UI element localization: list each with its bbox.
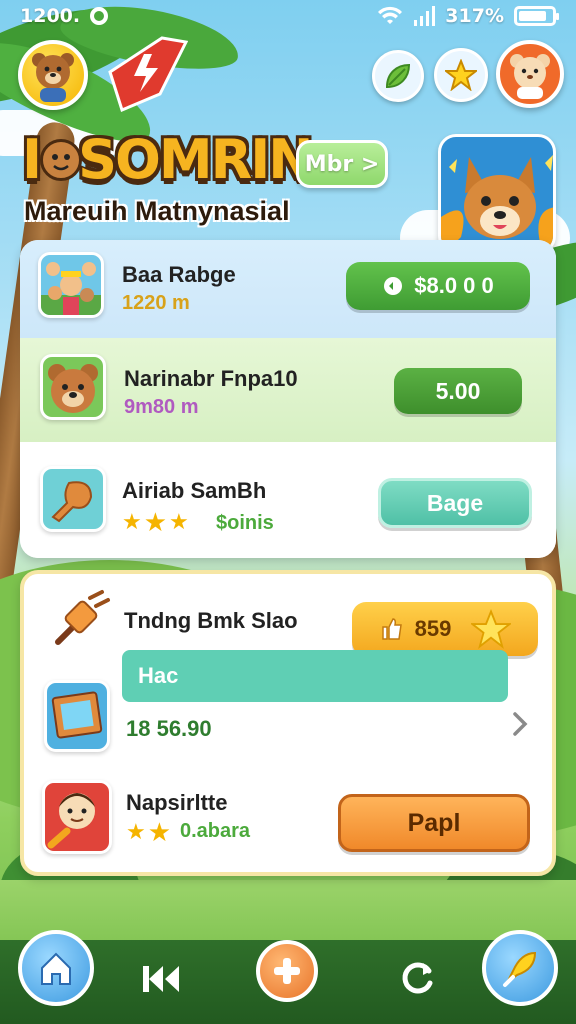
nav-home-button[interactable] (18, 930, 94, 1006)
bear-icon (48, 364, 98, 413)
game-subtitle: Mareuih Matnynasial (24, 196, 290, 226)
bage-button[interactable]: Bage (378, 478, 532, 528)
plug-icon (55, 590, 110, 645)
battery-icon (514, 6, 559, 26)
character-icon (47, 793, 95, 849)
picture-frame-icon (51, 691, 103, 739)
price-button[interactable]: 5.00 (394, 368, 522, 414)
title-face-icon (40, 138, 83, 181)
refresh-icon (402, 962, 433, 994)
mbr-button[interactable]: Mbr > (296, 140, 388, 188)
signal-icon (414, 6, 436, 26)
bottom-navigation (0, 930, 576, 1024)
item-name: Tndng Bmk Slao (124, 608, 298, 633)
bolt-icon (108, 36, 188, 112)
nav-rewind-button[interactable] (136, 954, 186, 1004)
star-icon: ★ (147, 818, 172, 848)
rating-stars: ★ ★ (126, 820, 171, 846)
item-detail: 18 56.90 (126, 716, 212, 741)
star-icon: ★ (169, 510, 189, 535)
list-item[interactable]: Baa Rabge 1220 m $8.0 0 0 (20, 240, 556, 338)
team-thumbnail (38, 252, 104, 318)
item-detail: $oinis (216, 512, 274, 534)
battery-fill (519, 11, 546, 21)
item-detail: 0.abara (180, 820, 251, 842)
profile-button[interactable] (496, 40, 564, 108)
rewind-icon (143, 966, 179, 992)
drumstick-icon (51, 481, 93, 523)
leaf-button[interactable] (372, 50, 424, 102)
offers-panel: Baa Rabge 1220 m $8.0 0 0 Narinabr Fnpa1… (20, 240, 556, 558)
item-name: Narinabr Fnpa10 (124, 366, 298, 391)
like-button[interactable]: 859 (352, 602, 538, 656)
star-icon (445, 59, 477, 91)
item-detail: 9m80 m (124, 396, 199, 418)
nav-add-button[interactable] (256, 940, 318, 1002)
star-icon (471, 609, 512, 649)
star-icon: ★ (122, 510, 142, 535)
item-name: Baa Rabge (122, 262, 236, 287)
wifi-icon (378, 6, 403, 24)
price-label: $8.0 0 0 (414, 273, 494, 298)
ring-icon (90, 7, 109, 25)
game-title: I SOMRIN (22, 128, 314, 191)
plus-icon (274, 958, 300, 984)
coin-icon (384, 277, 403, 295)
bear-thumbnail (40, 354, 106, 420)
player-avatar-button[interactable] (18, 40, 88, 110)
list-item[interactable]: Airiab SamBh ★ ★ ★ $oinis Bage (20, 442, 556, 558)
clock: 1200. (20, 5, 81, 27)
item-detail: 1220 m (122, 292, 190, 314)
list-item[interactable]: Hac 18 56.90 (24, 650, 552, 760)
item-name: Napsirltte (126, 790, 228, 815)
dog-mascot-card[interactable] (438, 134, 556, 254)
bear-profile-icon (510, 54, 550, 99)
items-panel: Tndng Bmk Slao 859 Hac 18 56.90 Napsirlt… (20, 570, 556, 876)
item-name: Airiab SamBh (122, 478, 267, 503)
home-icon (41, 952, 71, 985)
list-item[interactable]: Narinabr Fnpa10 9m80 m 5.00 (20, 338, 556, 442)
drumstick-thumbnail (40, 466, 106, 532)
nav-edit-button[interactable] (482, 930, 558, 1006)
list-item[interactable]: Napsirltte ★ ★ 0.abara Papl (24, 770, 552, 872)
game-title-text: SOMRIN (78, 128, 313, 191)
team-icon (41, 262, 101, 315)
star-icon: ★ (143, 508, 168, 538)
thumbs-up-icon (381, 618, 402, 640)
item-banner[interactable]: Hac (122, 650, 508, 702)
status-bar: 1200. 317% (0, 0, 576, 32)
leaf-icon (385, 63, 411, 89)
like-count: 859 (414, 616, 452, 641)
battery-percent: 317% (445, 5, 504, 27)
star-button[interactable] (434, 48, 488, 102)
rating-stars: ★ ★ ★ (122, 510, 189, 536)
star-icon: ★ (126, 820, 146, 845)
bolt-button[interactable] (100, 32, 188, 112)
bear-avatar-icon (32, 53, 74, 102)
papl-button[interactable]: Papl (338, 794, 530, 852)
chevron-right-icon[interactable] (510, 710, 530, 738)
price-button[interactable]: $8.0 0 0 (346, 262, 530, 310)
dog-mascot-icon (441, 155, 553, 251)
leaf-pen-icon (503, 951, 537, 987)
nav-refresh-button[interactable] (392, 952, 442, 1002)
frame-thumbnail (44, 680, 110, 752)
character-thumbnail (42, 780, 112, 854)
